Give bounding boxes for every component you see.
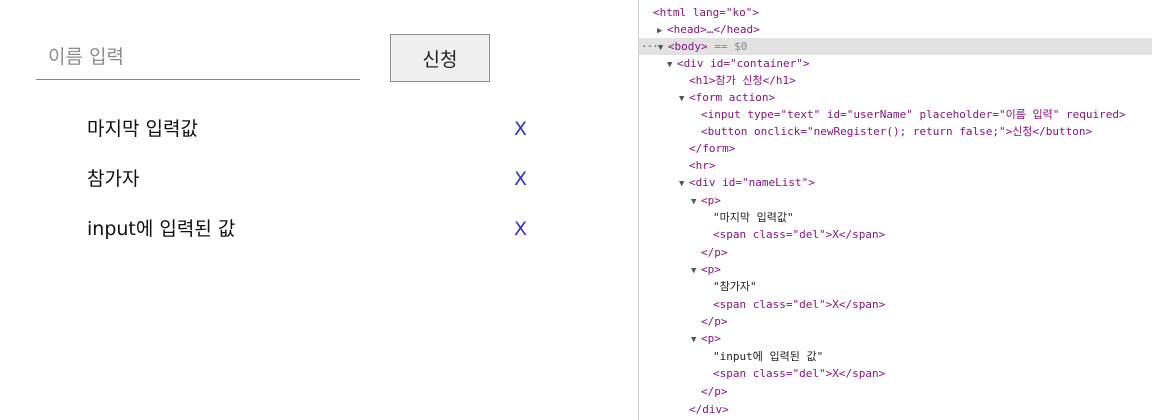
dom-text-node[interactable]: "참가자": [639, 278, 1152, 295]
dom-node-form[interactable]: ▼ <form action>: [639, 89, 1152, 106]
page-viewport: 신청 마지막 입력값 X 참가자 X input에 입력된 값 X: [0, 0, 638, 420]
head-tag: <head>…</head>: [667, 23, 760, 36]
container-tag: <div id="container">: [677, 57, 810, 70]
selected-node-marker: == $0: [714, 40, 748, 53]
dom-node-input[interactable]: <input type="text" id="userName" placeho…: [639, 106, 1152, 123]
dom-node-span[interactable]: <span class="del">X</span>: [639, 365, 1152, 382]
p-open-tag: <p>: [701, 263, 721, 276]
devtools-elements-panel: <html lang="ko"> ▶ <head>…</head> ···▼ <bo…: [638, 0, 1152, 420]
button-tag: <button onclick="newRegister(); return f…: [701, 125, 1093, 138]
dom-node-p[interactable]: ▼ <p>: [639, 330, 1152, 347]
delete-button[interactable]: X: [514, 164, 527, 194]
dom-node-namelist[interactable]: ▼ <div id="nameList">: [639, 174, 1152, 191]
delete-button[interactable]: X: [514, 214, 527, 244]
p-open-tag: <p>: [701, 194, 721, 207]
dom-node-span[interactable]: <span class="del">X</span>: [639, 296, 1152, 313]
p-text: "input에 입력된 값": [713, 350, 824, 363]
more-options-icon[interactable]: ···: [641, 40, 659, 53]
p-close-tag: </p>: [701, 315, 728, 328]
dom-node-p[interactable]: ▼ <p>: [639, 261, 1152, 278]
dom-node-h1[interactable]: <h1>참가 신청</h1>: [639, 72, 1152, 89]
form-close-tag: </form>: [689, 142, 736, 155]
p-open-tag: <p>: [701, 332, 721, 345]
dom-node-container[interactable]: ▼ <div id="container">: [639, 55, 1152, 72]
div-close-tag: </div>: [689, 403, 729, 416]
dom-node-p-close[interactable]: </p>: [639, 383, 1152, 400]
p-close-tag: </p>: [701, 385, 728, 398]
span-tag: <span class="del">X</span>: [713, 367, 886, 380]
dom-node-body[interactable]: ···▼ <body> == $0: [639, 38, 1152, 55]
dom-node-p-close[interactable]: </p>: [639, 313, 1152, 330]
html-tag: <html lang="ko">: [653, 6, 759, 19]
dom-text-node[interactable]: "마지막 입력값": [639, 209, 1152, 226]
dom-node-p[interactable]: ▼ <p>: [639, 192, 1152, 209]
form-tag: <form action>: [689, 91, 776, 104]
dom-node-form-close[interactable]: </form>: [639, 140, 1152, 157]
collapse-triangle-icon[interactable]: ▼: [679, 176, 689, 193]
dom-node-p-close[interactable]: </p>: [639, 244, 1152, 261]
dom-node-span[interactable]: <span class="del">X</span>: [639, 226, 1152, 243]
dom-text-node[interactable]: "input에 입력된 값": [639, 348, 1152, 365]
name-list-item: input에 입력된 값 X: [87, 214, 527, 244]
name-input[interactable]: [36, 34, 360, 80]
name-text: 참가자: [87, 168, 140, 190]
p-text: "참가자": [713, 280, 757, 293]
name-text: input에 입력된 값: [87, 218, 236, 240]
name-list-item: 참가자 X: [87, 164, 527, 194]
input-tag: <input type="text" id="userName" placeho…: [701, 108, 1126, 121]
dom-node-button[interactable]: <button onclick="newRegister(); return f…: [639, 123, 1152, 140]
h1-tag: <h1>참가 신청</h1>: [689, 74, 796, 87]
dom-node-hr[interactable]: <hr>: [639, 157, 1152, 174]
dom-node-html[interactable]: <html lang="ko">: [639, 4, 1152, 21]
span-tag: <span class="del">X</span>: [713, 298, 886, 311]
delete-button[interactable]: X: [514, 114, 527, 144]
name-text: 마지막 입력값: [87, 118, 198, 140]
namelist-tag: <div id="nameList">: [689, 176, 815, 189]
collapse-triangle-icon[interactable]: ▼: [691, 332, 701, 349]
body-tag: <body>: [667, 40, 708, 53]
submit-button[interactable]: 신청: [390, 34, 490, 82]
span-tag: <span class="del">X</span>: [713, 228, 886, 241]
hr-tag: <hr>: [689, 159, 716, 172]
p-close-tag: </p>: [701, 246, 728, 259]
dom-node-div-close[interactable]: </div>: [639, 401, 1152, 418]
name-list-item: 마지막 입력값 X: [87, 114, 527, 144]
dom-node-head[interactable]: ▶ <head>…</head>: [639, 21, 1152, 38]
p-text: "마지막 입력값": [713, 211, 794, 224]
